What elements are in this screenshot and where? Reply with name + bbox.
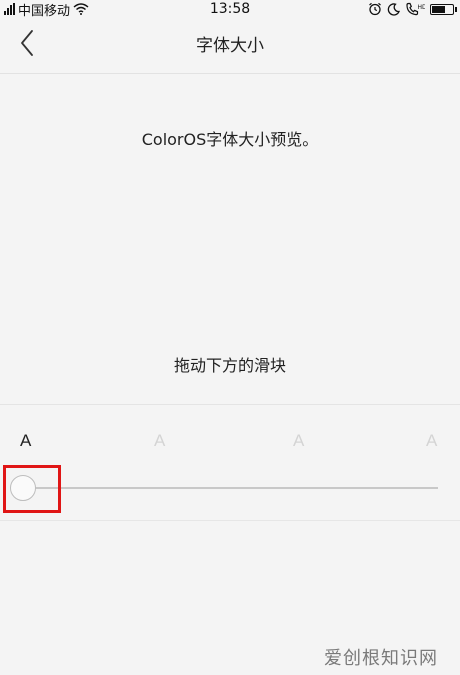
- font-size-panel: A A A A: [0, 405, 460, 521]
- font-size-slider-track[interactable]: [22, 487, 438, 489]
- size-label-level-3[interactable]: A: [293, 431, 304, 451]
- size-label-level-1[interactable]: A: [20, 431, 31, 451]
- font-preview-area: ColorOS字体大小预览。 拖动下方的滑块: [0, 74, 460, 405]
- highlight-annotation-box: [3, 465, 61, 513]
- page-title: 字体大小: [196, 36, 264, 56]
- slider-hint-text: 拖动下方的滑块: [173, 356, 286, 375]
- battery-icon: [430, 3, 457, 15]
- svg-text:HD: HD: [418, 4, 426, 11]
- size-label-level-2[interactable]: A: [154, 431, 165, 451]
- nav-bar: 字体大小: [0, 18, 460, 74]
- hd-call-icon: HD: [405, 2, 425, 16]
- watermark-text: 爱创根知识网: [324, 648, 438, 669]
- status-bar: 中国移动 13:58 HD: [0, 0, 460, 19]
- status-right: HD: [368, 0, 457, 18]
- do-not-disturb-moon-icon: [387, 2, 400, 16]
- font-preview-text: ColorOS字体大小预览。: [141, 130, 319, 149]
- alarm-icon: [368, 2, 382, 16]
- size-label-level-4[interactable]: A: [426, 431, 437, 451]
